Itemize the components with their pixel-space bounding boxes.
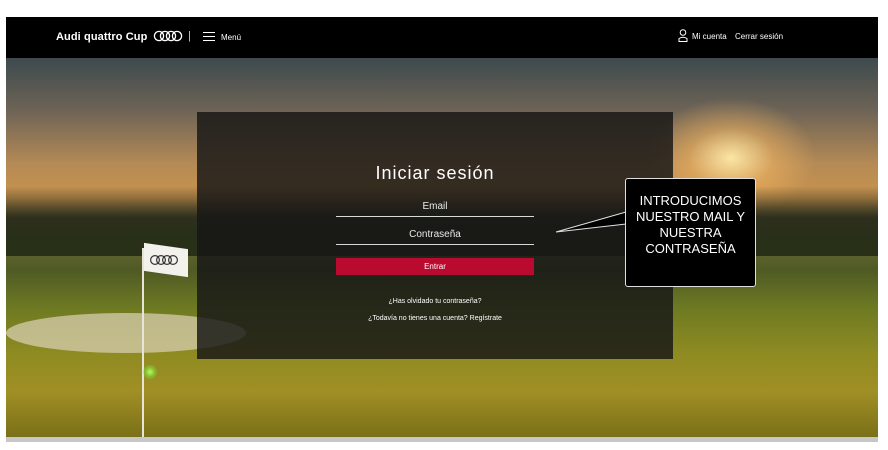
callout-line: INTRODUCIMOS (639, 193, 742, 208)
callout-line: NUESTRO MAIL Y (635, 209, 746, 224)
annotation-callout: INTRODUCIMOS NUESTRO MAIL Y NUESTRA CONT… (625, 178, 756, 287)
callout-line: CONTRASEÑA (645, 241, 736, 256)
callout-line: NUESTRA (659, 225, 722, 240)
